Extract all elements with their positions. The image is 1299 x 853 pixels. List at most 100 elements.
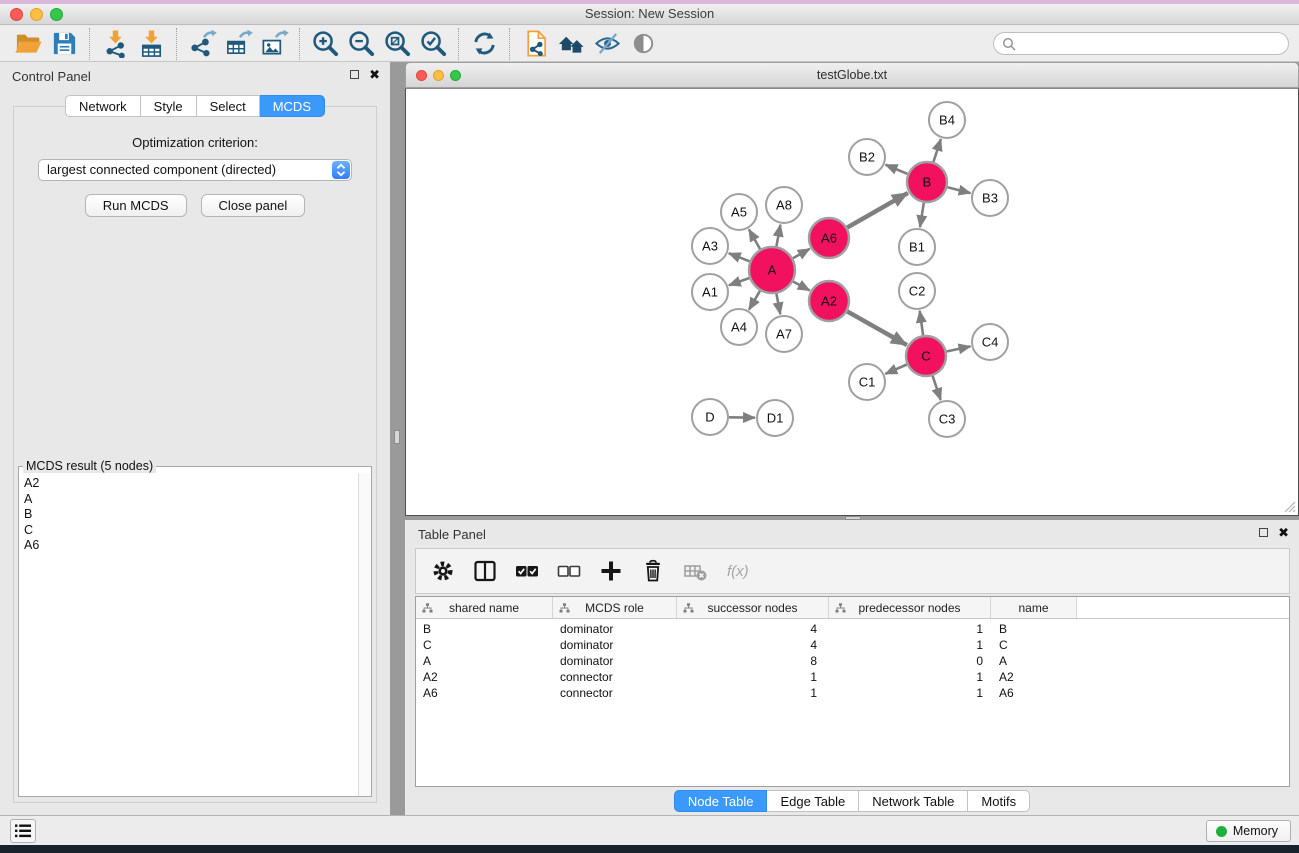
column-header-MCDS-role[interactable]: MCDS role <box>553 597 677 618</box>
table-cell[interactable]: B <box>416 622 553 636</box>
edge-A-A8[interactable] <box>776 225 780 247</box>
graph-node-D[interactable]: D <box>692 399 728 435</box>
table-cell[interactable]: 1 <box>677 686 829 700</box>
table-cell[interactable]: 0 <box>829 654 991 668</box>
add-column-button[interactable] <box>596 556 626 586</box>
graph-node-A[interactable]: A <box>749 247 795 293</box>
edge-A-A7[interactable] <box>776 294 780 315</box>
graph-node-A8[interactable]: A8 <box>766 187 802 223</box>
table-cell[interactable]: dominator <box>553 638 677 652</box>
graph-node-A2[interactable]: A2 <box>809 281 849 321</box>
mcds-result-item[interactable]: C <box>24 523 358 539</box>
table-cell[interactable]: A2 <box>416 670 553 684</box>
edge-A2-C[interactable] <box>847 311 907 345</box>
tab-select[interactable]: Select <box>197 95 260 117</box>
table-row[interactable]: Bdominator41B <box>416 621 1289 637</box>
table-cell[interactable]: A2 <box>991 670 1077 684</box>
close-panel-button[interactable]: Close panel <box>201 194 306 217</box>
graph-node-C1[interactable]: C1 <box>849 364 885 400</box>
table-cell[interactable]: A6 <box>991 686 1077 700</box>
zoom-in-button[interactable] <box>307 27 343 61</box>
column-header-predecessor-nodes[interactable]: predecessor nodes <box>829 597 991 618</box>
select-all-rows-button[interactable] <box>512 556 542 586</box>
close-panel-icon[interactable]: ✖ <box>369 69 380 80</box>
table-row[interactable]: A6connector11A6 <box>416 685 1289 701</box>
search-input[interactable] <box>1020 34 1280 53</box>
table-cell[interactable]: connector <box>553 670 677 684</box>
edge-A-A1[interactable] <box>729 278 750 285</box>
deselect-all-rows-button[interactable] <box>554 556 584 586</box>
graph-node-B2[interactable]: B2 <box>849 139 885 175</box>
import-table-button[interactable] <box>133 27 169 61</box>
table-cell[interactable]: A <box>991 654 1077 668</box>
graph-node-C2[interactable]: C2 <box>899 273 935 309</box>
column-header-successor-nodes[interactable]: successor nodes <box>677 597 829 618</box>
tab-mcds[interactable]: MCDS <box>260 95 325 117</box>
table-cell[interactable]: 1 <box>829 622 991 636</box>
column-header-name[interactable]: name <box>991 597 1077 618</box>
edge-C-C3[interactable] <box>933 376 941 400</box>
table-cell[interactable]: 8 <box>677 654 829 668</box>
graph-node-A6[interactable]: A6 <box>809 218 849 258</box>
zoom-fit-button[interactable] <box>379 27 415 61</box>
criterion-select[interactable]: largest connected component (directed) <box>38 159 352 181</box>
run-mcds-button[interactable]: Run MCDS <box>85 194 187 217</box>
edge-B-B1[interactable] <box>920 203 924 227</box>
table-tab-motifs[interactable]: Motifs <box>968 790 1030 812</box>
edge-A-A6[interactable] <box>793 249 810 258</box>
edge-B-B4[interactable] <box>933 139 941 162</box>
table-cell[interactable]: 1 <box>829 638 991 652</box>
float-table-panel-icon[interactable] <box>1259 528 1268 537</box>
edge-B-B3[interactable] <box>947 187 970 193</box>
table-tab-edge-table[interactable]: Edge Table <box>767 790 859 812</box>
edge-A-A5[interactable] <box>749 229 760 249</box>
vertical-splitter-handle[interactable] <box>394 430 400 444</box>
zoom-selected-button[interactable] <box>415 27 451 61</box>
table-cell[interactable]: 1 <box>829 686 991 700</box>
hide-panels-button[interactable] <box>589 27 625 61</box>
show-panels-button[interactable] <box>625 27 661 61</box>
graph-node-A3[interactable]: A3 <box>692 228 728 264</box>
table-cell[interactable]: 1 <box>829 670 991 684</box>
edge-A6-B[interactable] <box>847 193 908 228</box>
graph-node-C4[interactable]: C4 <box>972 324 1008 360</box>
edge-C-C1[interactable] <box>885 365 907 374</box>
table-cell[interactable]: C <box>416 638 553 652</box>
edge-B-B2[interactable] <box>886 165 908 174</box>
search-field[interactable] <box>993 32 1289 55</box>
graph-node-C3[interactable]: C3 <box>929 401 965 437</box>
table-tab-node-table[interactable]: Node Table <box>674 790 768 812</box>
bird-eye-view-button[interactable] <box>553 27 589 61</box>
tab-network[interactable]: Network <box>65 95 141 117</box>
table-row[interactable]: A2connector11A2 <box>416 669 1289 685</box>
toggle-column-display-button[interactable] <box>470 556 500 586</box>
mcds-result-item[interactable]: A6 <box>24 538 358 554</box>
export-table-button[interactable] <box>220 27 256 61</box>
task-history-button[interactable] <box>10 819 36 843</box>
mcds-result-item[interactable]: A2 <box>24 476 358 492</box>
table-cell[interactable]: connector <box>553 686 677 700</box>
memory-button[interactable]: Memory <box>1206 820 1291 842</box>
table-row[interactable]: Cdominator41C <box>416 637 1289 653</box>
edge-A-A3[interactable] <box>729 253 750 261</box>
graph-node-C[interactable]: C <box>906 336 946 376</box>
edge-C-C4[interactable] <box>947 346 971 351</box>
session-doc-button[interactable] <box>517 27 553 61</box>
vertical-splitter[interactable] <box>390 62 405 815</box>
table-cell[interactable]: 1 <box>677 670 829 684</box>
graph-node-A5[interactable]: A5 <box>721 194 757 230</box>
graph-node-B4[interactable]: B4 <box>929 102 965 138</box>
graph-node-B1[interactable]: B1 <box>899 229 935 265</box>
column-header-shared-name[interactable]: shared name <box>416 597 553 618</box>
edge-C-C2[interactable] <box>920 311 923 335</box>
table-cell[interactable]: A6 <box>416 686 553 700</box>
save-session-button[interactable] <box>46 27 82 61</box>
delete-columns-button[interactable] <box>638 556 668 586</box>
table-cell[interactable]: A <box>416 654 553 668</box>
mcds-result-item[interactable]: A <box>24 492 358 508</box>
import-network-button[interactable] <box>97 27 133 61</box>
table-cell[interactable]: C <box>991 638 1077 652</box>
network-window-titlebar[interactable]: testGlobe.txt <box>405 62 1299 88</box>
edge-A-A4[interactable] <box>749 291 760 310</box>
table-cell[interactable]: dominator <box>553 622 677 636</box>
